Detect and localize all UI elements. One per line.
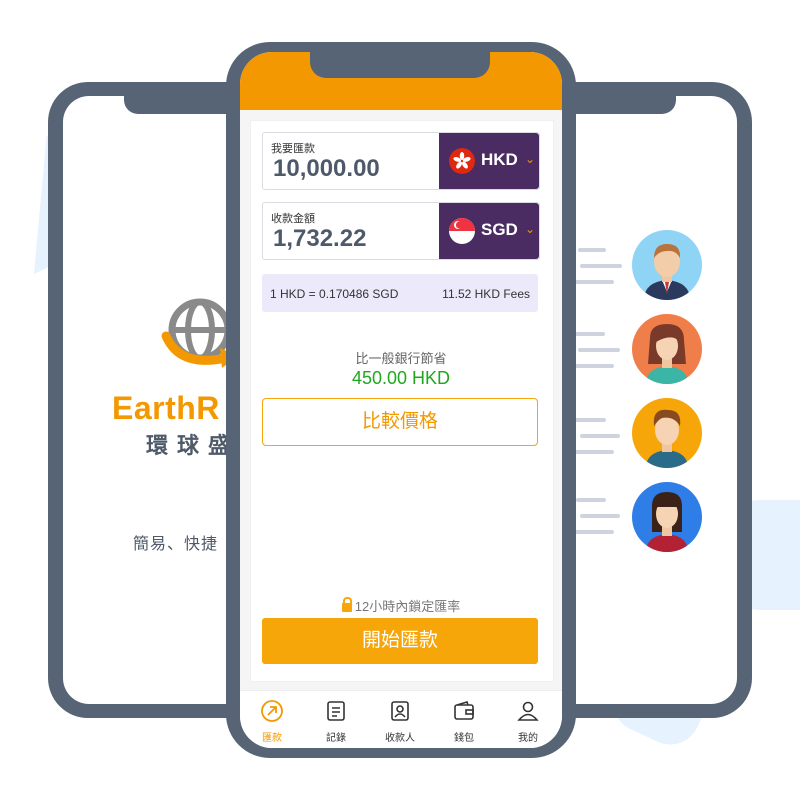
exchange-rate-text: 1 HKD = 0.170486 SGD (270, 287, 399, 301)
singapore-flag-icon (449, 218, 475, 244)
nav-item-records[interactable]: 記錄 (306, 699, 366, 744)
chat-line (578, 248, 606, 252)
send-amount-value[interactable]: 10,000.00 (273, 155, 380, 183)
nav-item-wallet[interactable]: 錢包 (434, 699, 494, 744)
user-icon (517, 701, 539, 721)
tagline: 簡易、快捷 (133, 536, 219, 553)
nav-label-transfer: 匯款 (262, 733, 282, 744)
nav-item-transfer[interactable]: 匯款 (242, 699, 302, 744)
receive-currency-select[interactable]: SGD ⌄ (439, 203, 539, 259)
savings-value: 450.00 HKD (351, 368, 451, 388)
hong-kong-flag-icon (449, 148, 475, 174)
send-currency-select[interactable]: HKD ⌄ (439, 133, 539, 189)
chat-line (580, 434, 620, 438)
avatar-woman-brown-hair (632, 314, 702, 384)
lock-icon (341, 597, 352, 612)
brand-name-en: EarthR (112, 390, 220, 426)
nav-label-records: 記錄 (326, 733, 346, 744)
chat-line (575, 332, 605, 336)
receive-amount-field[interactable]: 收款金額 1,732.22 SGD ⌄ (262, 202, 540, 260)
chat-line (578, 348, 620, 352)
compare-price-button[interactable]: 比較價格 (262, 398, 538, 446)
send-amount-label: 我要匯款 (271, 143, 315, 155)
avatar-man-suit (632, 230, 702, 300)
receive-amount-value[interactable]: 1,732.22 (273, 225, 366, 253)
exchange-rate-bar: 1 HKD = 0.170486 SGD 11.52 HKD Fees (262, 274, 538, 312)
contact-book-icon (391, 701, 409, 721)
nav-item-payees[interactable]: 收款人 (370, 699, 430, 744)
chat-line (574, 418, 606, 422)
savings-label: 比一般銀行節省 (355, 351, 447, 366)
receive-currency-code: SGD (481, 220, 518, 239)
nav-label-wallet: 錢包 (454, 733, 474, 744)
chat-line (576, 498, 606, 502)
bottom-nav: 匯款 記錄 收款人 錢包 我的 (240, 690, 562, 748)
nav-item-profile[interactable]: 我的 (498, 699, 558, 744)
avatar-woman-dark-hair (632, 482, 702, 552)
start-transfer-button[interactable]: 開始匯款 (262, 618, 538, 664)
send-currency-code: HKD (481, 150, 518, 169)
fees-text: 11.52 HKD Fees (442, 287, 530, 301)
phone-notch (310, 42, 490, 78)
rate-lock-note: 12小時內鎖定匯率 (240, 596, 562, 615)
avatar-man-casual (632, 398, 702, 468)
receive-amount-label: 收款金額 (271, 213, 315, 225)
chat-line (580, 514, 620, 518)
wallet-icon (454, 701, 474, 720)
send-amount-field[interactable]: 我要匯款 10,000.00 HKD ⌄ (262, 132, 540, 190)
nav-label-profile: 我的 (518, 733, 538, 744)
chevron-down-icon: ⌄ (525, 222, 536, 236)
chat-line (580, 264, 622, 268)
send-arrow-icon (261, 700, 283, 722)
rate-lock-label: 12小時內鎖定匯率 (354, 599, 461, 614)
phone-screen: 我要匯款 10,000.00 HKD ⌄ 收款金額 1,732.22 SGD ⌄… (240, 52, 562, 748)
nav-label-payees: 收款人 (385, 733, 415, 744)
document-list-icon (327, 701, 345, 721)
chevron-down-icon: ⌄ (525, 152, 536, 166)
